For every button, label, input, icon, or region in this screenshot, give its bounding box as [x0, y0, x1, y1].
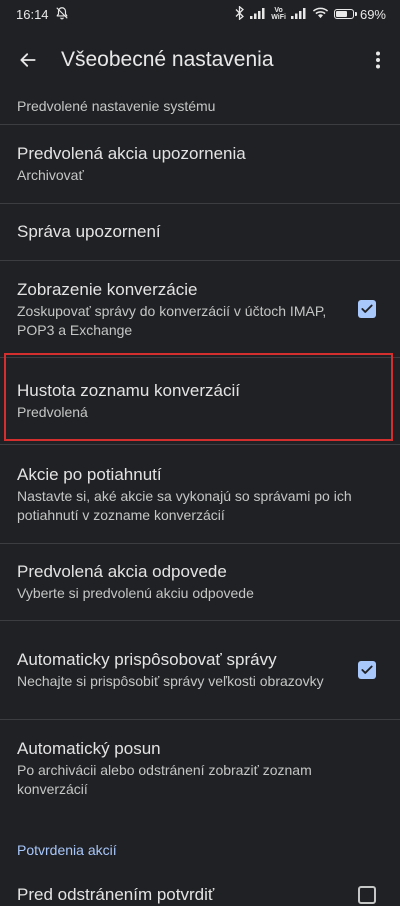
reply-action-subtitle: Vyberte si predvolenú akciu odpovede	[17, 585, 254, 601]
conversation-view-checkbox[interactable]	[358, 300, 376, 318]
battery-icon	[333, 9, 357, 19]
confirm-delete-title: Pred odstránením potvrdiť	[17, 885, 215, 904]
swipe-actions-subtitle: Nastavte si, aké akcie sa vykonajú so sp…	[17, 487, 352, 523]
list-density-title: Hustota zoznamu konverzácií	[17, 381, 240, 400]
confirm-delete-item[interactable]: Pred odstránením potvrdiť	[0, 858, 400, 906]
confirm-delete-checkbox[interactable]	[358, 886, 376, 904]
swipe-actions-title: Akcie po potiahnutí	[17, 464, 162, 484]
settings-list: Predvolené nastavenie systému Predvolená…	[0, 86, 400, 906]
status-left: 16:14	[16, 6, 69, 23]
more-vert-icon	[376, 51, 380, 69]
section-header-confirmations: Potvrdenia akcií	[17, 842, 117, 858]
app-bar: Všeobecné nastavenia	[0, 36, 400, 84]
auto-fit-checkbox[interactable]	[358, 661, 376, 679]
swipe-actions-item[interactable]: Akcie po potiahnutí Nastavte si, aké akc…	[0, 445, 400, 543]
auto-fit-title: Automaticky prispôsobovať správy	[17, 650, 277, 669]
status-time: 16:14	[16, 6, 49, 22]
auto-fit-item[interactable]: Automaticky prispôsobovať správy Nechajt…	[0, 621, 400, 719]
status-bar: 16:14 Vo WiFi 69%	[0, 0, 400, 28]
bluetooth-icon	[234, 4, 245, 23]
reply-action-title: Predvolená akcia odpovede	[17, 562, 227, 581]
vowifi-bottom: WiFi	[271, 14, 286, 21]
auto-advance-item[interactable]: Automatický posun Po archivácii alebo od…	[0, 720, 400, 816]
manage-notifications-title: Správa upozornení	[17, 222, 161, 241]
list-density-item[interactable]: Hustota zoznamu konverzácií Predvolená	[0, 358, 400, 444]
conversation-view-title: Zobrazenie konverzácie	[17, 279, 198, 299]
battery-percent: 69%	[359, 6, 386, 22]
signal-icon-2	[290, 7, 307, 22]
auto-advance-subtitle: Po archivácii alebo odstránení zobraziť …	[17, 761, 312, 797]
more-options-button[interactable]	[356, 36, 400, 84]
auto-advance-title: Automatický posun	[17, 738, 161, 758]
check-icon	[361, 665, 373, 674]
wifi-icon	[312, 6, 329, 22]
system-default-text: Predvolené nastavenie systému	[17, 98, 216, 114]
list-density-subtitle: Predvolená	[17, 404, 88, 420]
vowifi-top: Vo	[274, 7, 283, 14]
signal-icon	[250, 7, 266, 22]
system-default-item: Predvolené nastavenie systému	[0, 86, 400, 124]
notification-action-title: Predvolená akcia upozornenia	[17, 144, 246, 163]
back-button[interactable]	[0, 36, 56, 84]
manage-notifications-item[interactable]: Správa upozornení	[0, 204, 400, 260]
battery-indicator: 69%	[333, 6, 386, 22]
conversation-view-item[interactable]: Zobrazenie konverzácie Zoskupovať správy…	[0, 261, 400, 357]
vowifi-indicator: Vo WiFi	[271, 7, 286, 21]
status-right: Vo WiFi 69%	[234, 4, 386, 23]
auto-fit-subtitle: Nechajte si prispôsobiť správy veľkosti …	[17, 673, 324, 689]
check-icon	[361, 304, 373, 313]
notifications-off-icon	[55, 6, 69, 23]
page-title: Všeobecné nastavenia	[61, 48, 274, 71]
conversation-view-subtitle: Zoskupovať správy do konverzácií v účtoc…	[17, 302, 327, 338]
notification-action-subtitle: Archivovať	[17, 167, 84, 183]
reply-action-item[interactable]: Predvolená akcia odpovede Vyberte si pre…	[0, 544, 400, 620]
arrow-back-icon	[20, 53, 36, 67]
battery-fill	[335, 11, 347, 17]
notification-action-item[interactable]: Predvolená akcia upozornenia Archivovať	[0, 125, 400, 203]
